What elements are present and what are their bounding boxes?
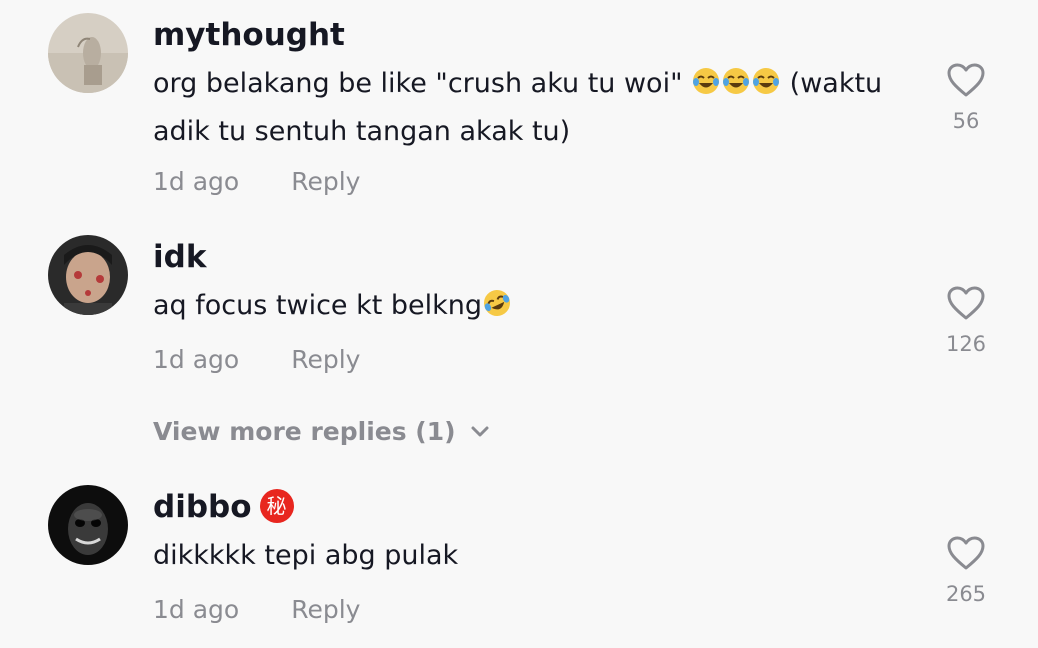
username[interactable]: idk bbox=[153, 237, 206, 277]
comment-meta: 1d ago Reply bbox=[153, 164, 360, 200]
comment-text-part: dikkkkk tepi abg pulak bbox=[153, 540, 459, 571]
secret-badge-icon: 秘 bbox=[259, 489, 294, 523]
reply-button[interactable]: Reply bbox=[291, 595, 360, 624]
comment-text: aq focus twice kt belkng bbox=[153, 284, 923, 332]
comment-meta: 1d ago Reply bbox=[153, 342, 360, 378]
avatar-image bbox=[48, 13, 128, 93]
like-count: 56 bbox=[952, 109, 980, 133]
reply-button[interactable]: Reply bbox=[291, 345, 360, 374]
rolling-on-floor-laughing-icon bbox=[482, 288, 512, 332]
face-with-tears-of-joy-icon bbox=[721, 66, 751, 110]
comment-text: org belakang be like "crush aku tu woi" … bbox=[153, 62, 923, 154]
heart-icon bbox=[947, 63, 985, 97]
like-count: 126 bbox=[945, 332, 987, 356]
avatar[interactable] bbox=[48, 235, 128, 315]
heart-icon bbox=[947, 286, 985, 320]
username[interactable]: mythought bbox=[153, 15, 345, 55]
avatar-image bbox=[48, 485, 128, 565]
avatar[interactable] bbox=[48, 485, 128, 565]
heart-icon bbox=[947, 536, 985, 570]
comment-meta: 1d ago Reply bbox=[153, 592, 360, 628]
like-button[interactable]: 126 bbox=[930, 285, 1002, 357]
chevron-down-icon bbox=[471, 426, 489, 437]
username-text: dibbo bbox=[153, 489, 252, 525]
timestamp: 1d ago bbox=[153, 345, 240, 374]
timestamp: 1d ago bbox=[153, 167, 240, 196]
avatar[interactable] bbox=[48, 13, 128, 93]
like-button[interactable]: 265 bbox=[930, 535, 1002, 607]
view-more-replies-button[interactable]: View more replies (1) bbox=[153, 414, 490, 450]
avatar-image bbox=[48, 235, 128, 315]
face-with-tears-of-joy-icon bbox=[691, 66, 721, 110]
comment-text: dikkkkk tepi abg pulak bbox=[153, 534, 923, 578]
comment-text-part: aq focus twice kt belkng bbox=[153, 290, 483, 321]
comment-text-part: org belakang be like "crush aku tu woi" bbox=[153, 68, 692, 99]
username[interactable]: dibbo 秘 bbox=[153, 487, 294, 527]
like-count: 265 bbox=[945, 582, 987, 606]
view-more-replies-label: View more replies (1) bbox=[153, 417, 456, 446]
like-button[interactable]: 56 bbox=[930, 62, 1002, 134]
face-with-tears-of-joy-icon bbox=[751, 66, 781, 110]
reply-button[interactable]: Reply bbox=[291, 167, 360, 196]
timestamp: 1d ago bbox=[153, 595, 240, 624]
